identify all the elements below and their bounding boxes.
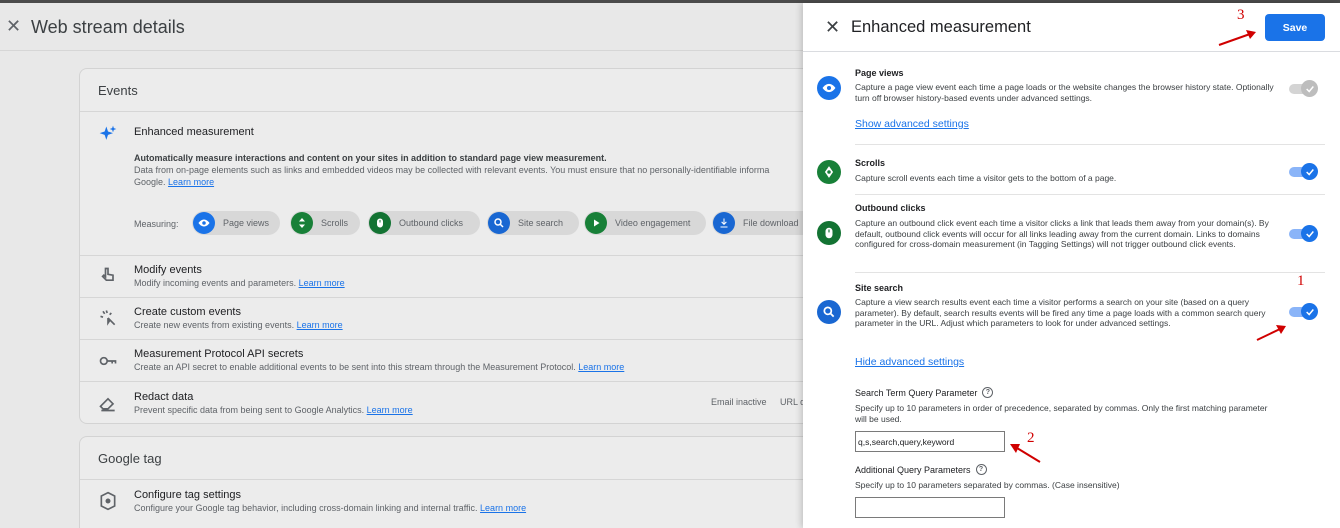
chip-scrolls: Scrolls bbox=[290, 211, 360, 235]
divider bbox=[855, 272, 1325, 273]
help-icon[interactable]: ? bbox=[982, 387, 994, 398]
page-views-desc: Capture a page view event each time a pa… bbox=[855, 82, 1274, 103]
events-card: Events Enhanced measurement Automaticall… bbox=[79, 68, 803, 424]
divider bbox=[80, 381, 803, 382]
divider bbox=[80, 339, 803, 340]
annotation-arrow-2 bbox=[1010, 444, 1041, 463]
scrolls-desc: Capture scroll events each time a visito… bbox=[855, 173, 1117, 183]
key-icon bbox=[99, 356, 117, 366]
tag-settings-icon bbox=[100, 491, 116, 511]
chip-site-search: Site search bbox=[487, 211, 579, 235]
google-tag-card-title: Google tag bbox=[98, 451, 162, 466]
eye-icon bbox=[817, 76, 841, 100]
additional-params-label: Additional Query Parameters ? bbox=[855, 464, 987, 475]
close-icon[interactable]: ✕ bbox=[6, 16, 21, 37]
close-icon[interactable]: ✕ bbox=[825, 17, 840, 38]
redact-data-desc: Prevent specific data from being sent to… bbox=[134, 405, 413, 415]
divider bbox=[80, 297, 803, 298]
create-custom-events-title: Create custom events bbox=[134, 306, 241, 318]
url-status: URL q bbox=[780, 397, 803, 407]
measurement-protocol-desc: Create an API secret to enable additiona… bbox=[134, 362, 625, 372]
search-icon bbox=[488, 212, 510, 234]
divider bbox=[855, 144, 1325, 145]
eraser-icon bbox=[99, 397, 115, 412]
chip-file-download: File download bbox=[712, 211, 803, 235]
outbound-clicks-title: Outbound clicks bbox=[855, 203, 926, 213]
chip-page-views: Page views bbox=[192, 211, 280, 235]
search-term-input[interactable] bbox=[855, 431, 1005, 452]
page-views-toggle[interactable] bbox=[1289, 80, 1318, 97]
play-icon bbox=[585, 212, 607, 234]
measuring-label: Measuring: bbox=[134, 219, 179, 229]
modify-events-title: Modify events bbox=[134, 264, 202, 276]
learn-more-link[interactable]: Learn more bbox=[367, 405, 413, 415]
divider bbox=[80, 479, 803, 480]
scrolls-title: Scrolls bbox=[855, 158, 886, 168]
touch-icon bbox=[101, 267, 114, 281]
learn-more-link[interactable]: Learn more bbox=[480, 503, 526, 513]
divider bbox=[80, 255, 803, 256]
show-advanced-settings-link[interactable]: Show advanced settings bbox=[855, 118, 969, 130]
outbound-clicks-desc: Capture an outbound click event each tim… bbox=[855, 218, 1269, 249]
mouse-icon bbox=[369, 212, 391, 234]
google-tag-card: Google tag Configure tag settings Config… bbox=[79, 436, 803, 528]
save-button[interactable]: Save bbox=[1265, 14, 1325, 41]
search-term-label: Search Term Query Parameter ? bbox=[855, 387, 994, 398]
learn-more-link[interactable]: Learn more bbox=[168, 177, 214, 187]
enhanced-measurement-title: Enhanced measurement bbox=[134, 126, 254, 138]
annotation-arrow-3 bbox=[1218, 30, 1256, 46]
custom-event-icon bbox=[100, 310, 116, 326]
divider bbox=[855, 194, 1325, 195]
scroll-icon bbox=[291, 212, 313, 234]
measurement-protocol-title: Measurement Protocol API secrets bbox=[134, 348, 304, 360]
mouse-icon bbox=[817, 221, 841, 245]
site-search-title: Site search bbox=[855, 283, 904, 293]
annotation-1: 1 bbox=[1297, 273, 1305, 289]
outbound-clicks-toggle[interactable] bbox=[1289, 225, 1318, 242]
site-search-toggle[interactable] bbox=[1289, 303, 1318, 320]
learn-more-link[interactable]: Learn more bbox=[299, 278, 345, 288]
modify-events-desc: Modify incoming events and parameters. L… bbox=[134, 278, 345, 288]
redact-data-title: Redact data bbox=[134, 391, 194, 403]
additional-params-desc: Specify up to 10 parameters separated by… bbox=[855, 480, 1120, 490]
create-custom-events-desc: Create new events from existing events. … bbox=[134, 320, 343, 330]
help-icon[interactable]: ? bbox=[975, 464, 987, 475]
panel-title: Enhanced measurement bbox=[851, 18, 1031, 36]
email-status: Email inactive bbox=[711, 397, 767, 407]
hide-advanced-settings-link[interactable]: Hide advanced settings bbox=[855, 356, 964, 368]
sparkle-icon bbox=[99, 125, 117, 140]
learn-more-link[interactable]: Learn more bbox=[578, 362, 624, 372]
divider bbox=[80, 111, 803, 112]
enhanced-measurement-desc: Automatically measure interactions and c… bbox=[134, 153, 770, 187]
enhanced-measurement-panel: ✕ Enhanced measurement Save Page views C… bbox=[803, 3, 1340, 528]
chip-video-engagement: Video engagement bbox=[584, 211, 706, 235]
scrolls-toggle[interactable] bbox=[1289, 163, 1318, 180]
download-icon bbox=[713, 212, 735, 234]
page-views-title: Page views bbox=[855, 68, 904, 78]
annotation-arrow-1 bbox=[1256, 325, 1286, 341]
site-search-desc: Capture a view search results event each… bbox=[855, 297, 1266, 328]
search-icon bbox=[817, 300, 841, 324]
configure-tag-title: Configure tag settings bbox=[134, 489, 242, 501]
page-title: Web stream details bbox=[31, 17, 185, 37]
eye-icon bbox=[193, 212, 215, 234]
search-term-desc: Specify up to 10 parameters in order of … bbox=[855, 403, 1268, 424]
chip-outbound-clicks: Outbound clicks bbox=[368, 211, 480, 235]
scroll-icon bbox=[817, 160, 841, 184]
events-card-title: Events bbox=[98, 83, 138, 98]
configure-tag-desc: Configure your Google tag behavior, incl… bbox=[134, 503, 527, 513]
annotation-3: 3 bbox=[1237, 7, 1245, 23]
learn-more-link[interactable]: Learn more bbox=[297, 320, 343, 330]
additional-params-input[interactable] bbox=[855, 497, 1005, 518]
web-stream-header: ✕ Web stream details bbox=[0, 3, 803, 51]
